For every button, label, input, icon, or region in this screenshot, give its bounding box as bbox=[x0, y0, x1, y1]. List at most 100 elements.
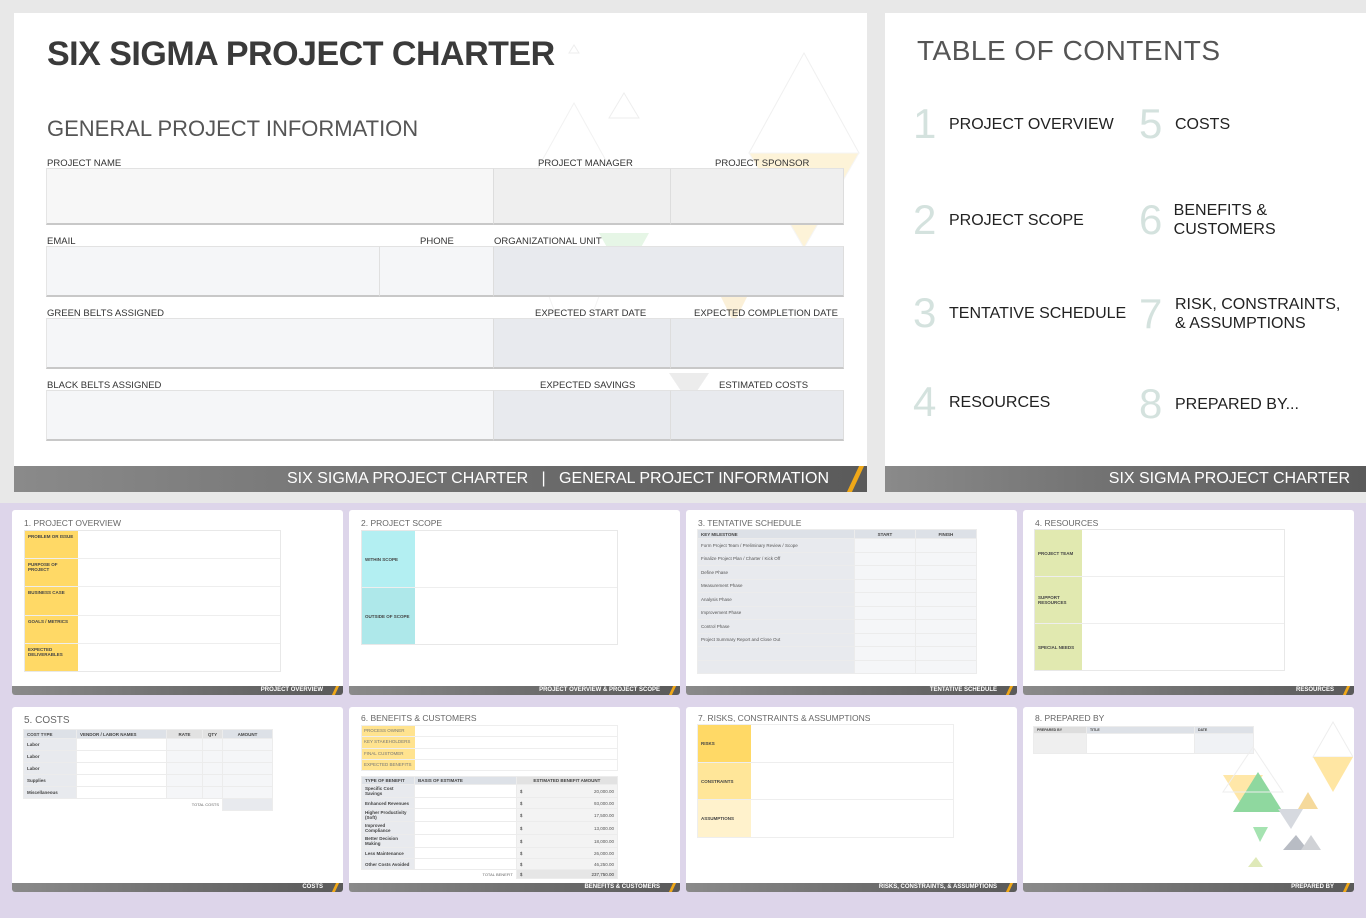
rate-cell[interactable] bbox=[166, 750, 203, 763]
start-cell[interactable] bbox=[854, 619, 916, 634]
thumbnail-benefits-customers[interactable]: 6. BENEFITS & CUSTOMERS PROCESS OWNER KE… bbox=[349, 707, 680, 892]
finish-cell[interactable] bbox=[914, 619, 978, 634]
toc-item-costs[interactable]: 5 COSTS bbox=[1139, 103, 1230, 145]
start-cell[interactable] bbox=[854, 578, 916, 593]
amount-cell[interactable]: 26,000.00 bbox=[525, 847, 619, 859]
basis-cell[interactable] bbox=[414, 834, 517, 848]
main-charter-slide[interactable]: SIX SIGMA PROJECT CHARTER GENERAL PROJEC… bbox=[14, 13, 867, 492]
rate-cell[interactable] bbox=[166, 738, 203, 751]
thumbnail-tentative-schedule[interactable]: 3. TENTATIVE SCHEDULE KEY MILESTONE STAR… bbox=[686, 510, 1017, 695]
basis-cell[interactable] bbox=[414, 784, 517, 798]
finish-cell[interactable] bbox=[914, 592, 978, 607]
rate-cell[interactable] bbox=[166, 774, 203, 787]
basis-cell[interactable] bbox=[414, 821, 517, 835]
amount-cell[interactable] bbox=[222, 738, 273, 751]
qty-cell[interactable] bbox=[202, 786, 223, 799]
row-value[interactable] bbox=[1082, 530, 1284, 576]
toc-item-prepared-by[interactable]: 8 PREPARED BY... bbox=[1139, 383, 1299, 425]
toc-item-project-overview[interactable]: 1 PROJECT OVERVIEW bbox=[913, 103, 1114, 145]
toc-item-resources[interactable]: 4 RESOURCES bbox=[913, 381, 1050, 423]
thumbnail-risks-constraints-assumptions[interactable]: 7. RISKS, CONSTRAINTS & ASSUMPTIONS RISK… bbox=[686, 707, 1017, 892]
row-value[interactable] bbox=[1082, 577, 1284, 623]
basis-cell[interactable] bbox=[414, 858, 517, 870]
start-cell[interactable] bbox=[854, 592, 916, 607]
toc-item-tentative-schedule[interactable]: 3 TENTATIVE SCHEDULE bbox=[913, 292, 1126, 334]
start-cell[interactable] bbox=[854, 646, 916, 661]
vendor-cell[interactable] bbox=[76, 750, 167, 763]
thumbnail-costs[interactable]: 5. COSTS COST TYPE VENDOR / LABOR NAMES … bbox=[12, 707, 343, 892]
start-cell[interactable] bbox=[854, 659, 916, 674]
qty-cell[interactable] bbox=[202, 738, 223, 751]
expected-completion-field[interactable] bbox=[670, 318, 844, 369]
organizational-unit-field[interactable] bbox=[493, 246, 844, 297]
amount-cell[interactable] bbox=[222, 774, 273, 787]
prepared-by-value[interactable] bbox=[1033, 733, 1087, 754]
project-name-field[interactable] bbox=[46, 168, 493, 225]
start-cell[interactable] bbox=[854, 538, 916, 553]
vendor-cell[interactable] bbox=[76, 774, 167, 787]
project-manager-field[interactable] bbox=[493, 168, 670, 225]
row-value[interactable] bbox=[751, 800, 953, 837]
finish-cell[interactable] bbox=[914, 605, 978, 620]
thumbnail-project-scope[interactable]: 2. PROJECT SCOPE WITHIN SCOPE OUTSIDE OF… bbox=[349, 510, 680, 695]
row-value[interactable] bbox=[751, 763, 953, 800]
thumbnail-prepared-by[interactable]: 8. PREPARED BY PREPARED BY TITLE DATE PR… bbox=[1023, 707, 1354, 892]
finish-cell[interactable] bbox=[914, 565, 978, 580]
row-value[interactable] bbox=[1082, 624, 1284, 670]
vendor-cell[interactable] bbox=[76, 786, 167, 799]
row-value[interactable] bbox=[78, 616, 280, 643]
amount-cell[interactable] bbox=[222, 762, 273, 775]
start-cell[interactable] bbox=[854, 605, 916, 620]
rate-cell[interactable] bbox=[166, 786, 203, 799]
vendor-cell[interactable] bbox=[76, 738, 167, 751]
row-value[interactable] bbox=[415, 760, 617, 770]
qty-cell[interactable] bbox=[202, 762, 223, 775]
start-cell[interactable] bbox=[854, 551, 916, 566]
total-value[interactable] bbox=[222, 798, 273, 811]
row-value[interactable] bbox=[751, 725, 953, 762]
row-value[interactable] bbox=[415, 737, 617, 747]
amount-cell[interactable]: 46,250.00 bbox=[525, 858, 619, 870]
amount-cell[interactable]: 13,000.00 bbox=[525, 821, 619, 835]
qty-cell[interactable] bbox=[202, 774, 223, 787]
amount-cell[interactable]: 18,000.00 bbox=[525, 834, 619, 848]
estimated-costs-field[interactable] bbox=[670, 390, 844, 441]
toc-item-risk-constraints-assumptions[interactable]: 7 RISK, CONSTRAINTS, & ASSUMPTIONS bbox=[1139, 293, 1340, 335]
toc-item-benefits-customers[interactable]: 6 BENEFITS & CUSTOMERS bbox=[1139, 199, 1366, 241]
amount-cell[interactable]: 93,000.00 bbox=[525, 797, 619, 809]
expected-savings-field[interactable] bbox=[493, 390, 670, 441]
amount-cell[interactable] bbox=[222, 786, 273, 799]
finish-cell[interactable] bbox=[914, 538, 978, 553]
row-value[interactable] bbox=[415, 726, 617, 736]
finish-cell[interactable] bbox=[914, 551, 978, 566]
amount-cell[interactable]: 20,000.00 bbox=[525, 784, 619, 798]
finish-cell[interactable] bbox=[914, 646, 978, 661]
start-cell[interactable] bbox=[854, 565, 916, 580]
amount-cell[interactable]: 17,500.00 bbox=[525, 808, 619, 822]
rate-cell[interactable] bbox=[166, 762, 203, 775]
vendor-cell[interactable] bbox=[76, 762, 167, 775]
qty-cell[interactable] bbox=[202, 750, 223, 763]
finish-cell[interactable] bbox=[914, 659, 978, 674]
title-value[interactable] bbox=[1086, 733, 1195, 754]
amount-cell[interactable] bbox=[222, 750, 273, 763]
row-value[interactable] bbox=[78, 559, 280, 586]
row-value[interactable] bbox=[415, 749, 617, 759]
expected-start-field[interactable] bbox=[493, 318, 670, 369]
toc-item-project-scope[interactable]: 2 PROJECT SCOPE bbox=[913, 199, 1084, 241]
start-cell[interactable] bbox=[854, 632, 916, 647]
finish-cell[interactable] bbox=[914, 632, 978, 647]
row-value[interactable] bbox=[78, 644, 280, 671]
row-value[interactable] bbox=[415, 531, 617, 587]
thumbnail-resources[interactable]: 4. RESOURCES PROJECT TEAM SUPPORT RESOUR… bbox=[1023, 510, 1354, 695]
phone-field[interactable] bbox=[379, 246, 493, 297]
row-value[interactable] bbox=[78, 587, 280, 614]
basis-cell[interactable] bbox=[414, 808, 517, 822]
black-belts-field[interactable] bbox=[46, 390, 493, 441]
thumbnail-project-overview[interactable]: 1. PROJECT OVERVIEW PROBLEM OR ISSUE PUR… bbox=[12, 510, 343, 695]
green-belts-field[interactable] bbox=[46, 318, 493, 369]
basis-cell[interactable] bbox=[414, 797, 517, 809]
table-of-contents-slide[interactable]: TABLE OF CONTENTS 1 PROJECT OVERVIEW 2 P… bbox=[885, 13, 1366, 492]
email-field[interactable] bbox=[46, 246, 379, 297]
row-value[interactable] bbox=[78, 531, 280, 558]
